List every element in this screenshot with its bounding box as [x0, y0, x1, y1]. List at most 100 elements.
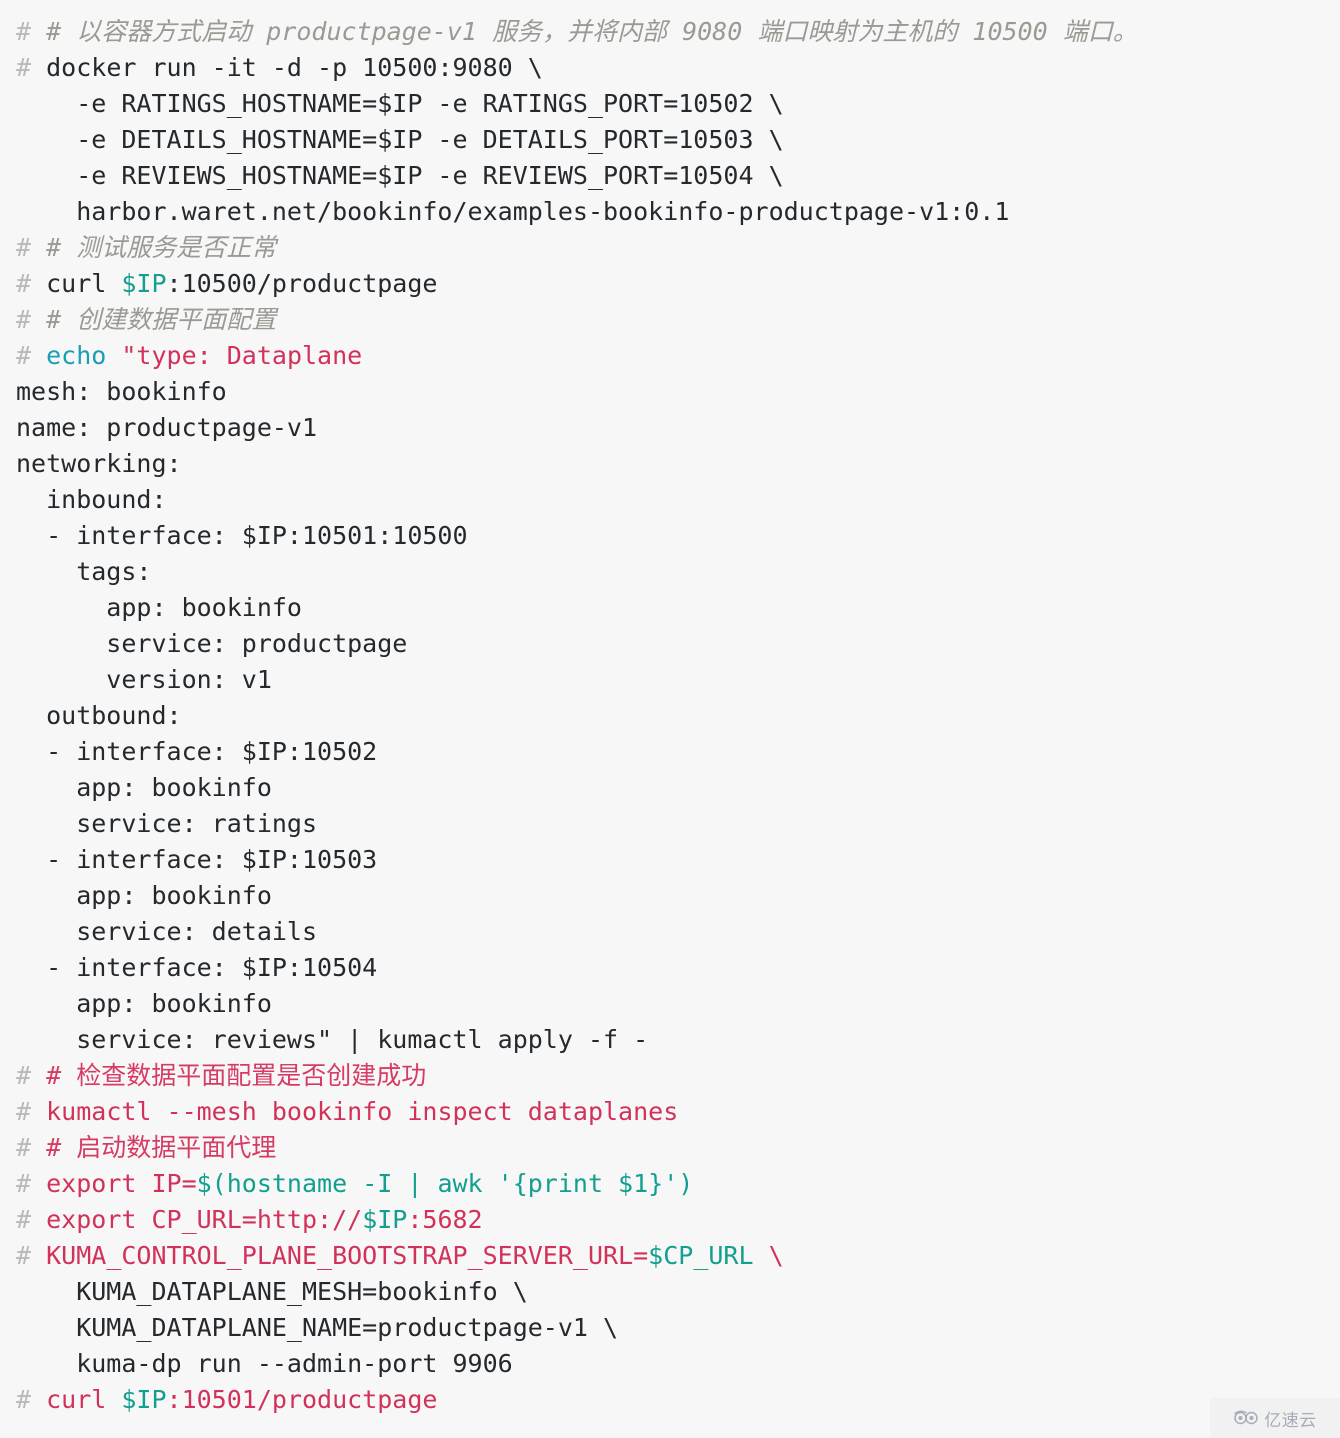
- code-token-comment: # 以容器方式启动 productpage-v1 服务，并将内部 9080 端口…: [46, 17, 1138, 46]
- code-token-plain: curl: [46, 269, 122, 298]
- code-token-plain: KUMA_DATAPLANE_MESH=bookinfo \: [16, 1277, 528, 1306]
- code-line: service: details: [0, 914, 1340, 950]
- code-line: # # 检查数据平面配置是否创建成功: [0, 1058, 1340, 1094]
- code-token-plain: - interface: $IP:10504: [16, 953, 378, 982]
- code-token-variable: $CP_URL: [648, 1241, 754, 1270]
- code-token-variable: $IP: [362, 1205, 408, 1234]
- code-line: - interface: $IP:10503: [0, 842, 1340, 878]
- code-token-plain: inbound:: [16, 485, 167, 514]
- code-line: # curl $IP:10500/productpage: [0, 266, 1340, 302]
- code-line: mesh: bookinfo: [0, 374, 1340, 410]
- code-token-prompt: #: [16, 305, 47, 334]
- code-line: KUMA_DATAPLANE_MESH=bookinfo \: [0, 1274, 1340, 1310]
- code-token-prompt: #: [16, 17, 47, 46]
- code-line: - interface: $IP:10504: [0, 950, 1340, 986]
- code-line: # echo "type: Dataplane: [0, 338, 1340, 374]
- code-line: app: bookinfo: [0, 590, 1340, 626]
- code-line: app: bookinfo: [0, 986, 1340, 1022]
- code-token-prompt: #: [16, 269, 47, 298]
- code-line: outbound:: [0, 698, 1340, 734]
- code-block: # # 以容器方式启动 productpage-v1 服务，并将内部 9080 …: [0, 0, 1340, 1418]
- code-token-prompt: #: [16, 233, 47, 262]
- code-token-string: "type: Dataplane: [121, 341, 363, 370]
- code-token-prompt: #: [16, 1097, 47, 1126]
- code-line: -e REVIEWS_HOSTNAME=$IP -e REVIEWS_PORT=…: [0, 158, 1340, 194]
- code-token-prompt: #: [16, 1241, 47, 1270]
- code-token-keyword: echo: [46, 341, 122, 370]
- code-token-prompt: #: [16, 1169, 47, 1198]
- code-token-command: kumactl --mesh bookinfo inspect dataplan…: [46, 1097, 679, 1126]
- code-token-plain: service: ratings: [16, 809, 318, 838]
- code-token-command: :10501/productpage: [166, 1385, 438, 1414]
- code-line: service: reviews" | kumactl apply -f -: [0, 1022, 1340, 1058]
- code-token-plain: app: bookinfo: [16, 989, 272, 1018]
- code-token-plain: service: productpage: [16, 629, 408, 658]
- code-token-plain: kuma-dp run --admin-port 9906: [16, 1349, 513, 1378]
- code-token-prompt: #: [16, 1385, 47, 1414]
- code-line: networking:: [0, 446, 1340, 482]
- code-line: - interface: $IP:10501:10500: [0, 518, 1340, 554]
- code-token-variable: $IP: [121, 269, 167, 298]
- code-line: service: productpage: [0, 626, 1340, 662]
- code-token-plain: service: details: [16, 917, 318, 946]
- code-token-prompt: #: [16, 1205, 47, 1234]
- code-line: # export IP=$(hostname -I | awk '{print …: [0, 1166, 1340, 1202]
- code-line: kuma-dp run --admin-port 9906: [0, 1346, 1340, 1382]
- code-token-plain: KUMA_DATAPLANE_NAME=productpage-v1 \: [16, 1313, 619, 1342]
- code-line: tags:: [0, 554, 1340, 590]
- code-token-comment-red: # 检查数据平面配置是否创建成功: [46, 1061, 427, 1090]
- code-token-plain: - interface: $IP:10503: [16, 845, 378, 874]
- cloud-logo-icon: [1234, 1410, 1258, 1425]
- code-line: # # 启动数据平面代理: [0, 1130, 1340, 1166]
- code-token-variable: $(hostname -I | awk '{print $1}'): [196, 1169, 694, 1198]
- code-line: inbound:: [0, 482, 1340, 518]
- code-line: -e DETAILS_HOSTNAME=$IP -e DETAILS_PORT=…: [0, 122, 1340, 158]
- code-line: -e RATINGS_HOSTNAME=$IP -e RATINGS_PORT=…: [0, 86, 1340, 122]
- code-line: app: bookinfo: [0, 770, 1340, 806]
- code-token-command: :5682: [407, 1205, 483, 1234]
- code-token-plain: - interface: $IP:10501:10500: [16, 521, 468, 550]
- code-line: name: productpage-v1: [0, 410, 1340, 446]
- code-token-plain: networking:: [16, 449, 182, 478]
- code-token-plain: docker run -it -d -p 10500:9080 \: [46, 53, 543, 82]
- code-token-plain: harbor.waret.net/bookinfo/examples-booki…: [16, 197, 1010, 226]
- code-token-plain: -e RATINGS_HOSTNAME=$IP -e RATINGS_PORT=…: [16, 89, 784, 118]
- code-line: - interface: $IP:10502: [0, 734, 1340, 770]
- code-line: # kumactl --mesh bookinfo inspect datapl…: [0, 1094, 1340, 1130]
- watermark-text: 亿速云: [1264, 1410, 1317, 1431]
- code-line: service: ratings: [0, 806, 1340, 842]
- code-token-command: export CP_URL=http://: [46, 1205, 363, 1234]
- code-token-plain: name: productpage-v1: [16, 413, 318, 442]
- code-token-prompt: #: [16, 341, 47, 370]
- code-token-plain: app: bookinfo: [16, 593, 302, 622]
- code-token-comment: # 测试服务是否正常: [46, 233, 277, 262]
- code-token-comment: # 创建数据平面配置: [46, 305, 277, 334]
- code-token-plain: service: reviews" | kumactl apply -f -: [16, 1025, 649, 1054]
- code-token-plain: app: bookinfo: [16, 773, 272, 802]
- code-token-plain: -e REVIEWS_HOSTNAME=$IP -e REVIEWS_PORT=…: [16, 161, 784, 190]
- code-line: app: bookinfo: [0, 878, 1340, 914]
- code-token-prompt: #: [16, 1061, 47, 1090]
- watermark: 亿速云: [1210, 1398, 1340, 1438]
- code-line: # export CP_URL=http://$IP:5682: [0, 1202, 1340, 1238]
- code-line: KUMA_DATAPLANE_NAME=productpage-v1 \: [0, 1310, 1340, 1346]
- code-line: # # 测试服务是否正常: [0, 230, 1340, 266]
- code-line: # KUMA_CONTROL_PLANE_BOOTSTRAP_SERVER_UR…: [0, 1238, 1340, 1274]
- code-line: # # 创建数据平面配置: [0, 302, 1340, 338]
- code-line: harbor.waret.net/bookinfo/examples-booki…: [0, 194, 1340, 230]
- code-token-plain: version: v1: [16, 665, 272, 694]
- code-token-plain: app: bookinfo: [16, 881, 272, 910]
- code-token-plain: mesh: bookinfo: [16, 377, 227, 406]
- code-token-plain: outbound:: [16, 701, 182, 730]
- code-token-plain: - interface: $IP:10502: [16, 737, 378, 766]
- code-line: version: v1: [0, 662, 1340, 698]
- code-token-plain: tags:: [16, 557, 152, 586]
- code-token-comment-red: # 启动数据平面代理: [46, 1133, 277, 1162]
- code-token-command: export IP=: [46, 1169, 197, 1198]
- code-token-command: curl: [46, 1385, 122, 1414]
- code-token-plain: :10500/productpage: [166, 269, 438, 298]
- code-token-command: KUMA_CONTROL_PLANE_BOOTSTRAP_SERVER_URL=: [46, 1241, 649, 1270]
- code-line: # docker run -it -d -p 10500:9080 \: [0, 50, 1340, 86]
- code-line: # # 以容器方式启动 productpage-v1 服务，并将内部 9080 …: [0, 14, 1340, 50]
- code-token-variable: $IP: [121, 1385, 167, 1414]
